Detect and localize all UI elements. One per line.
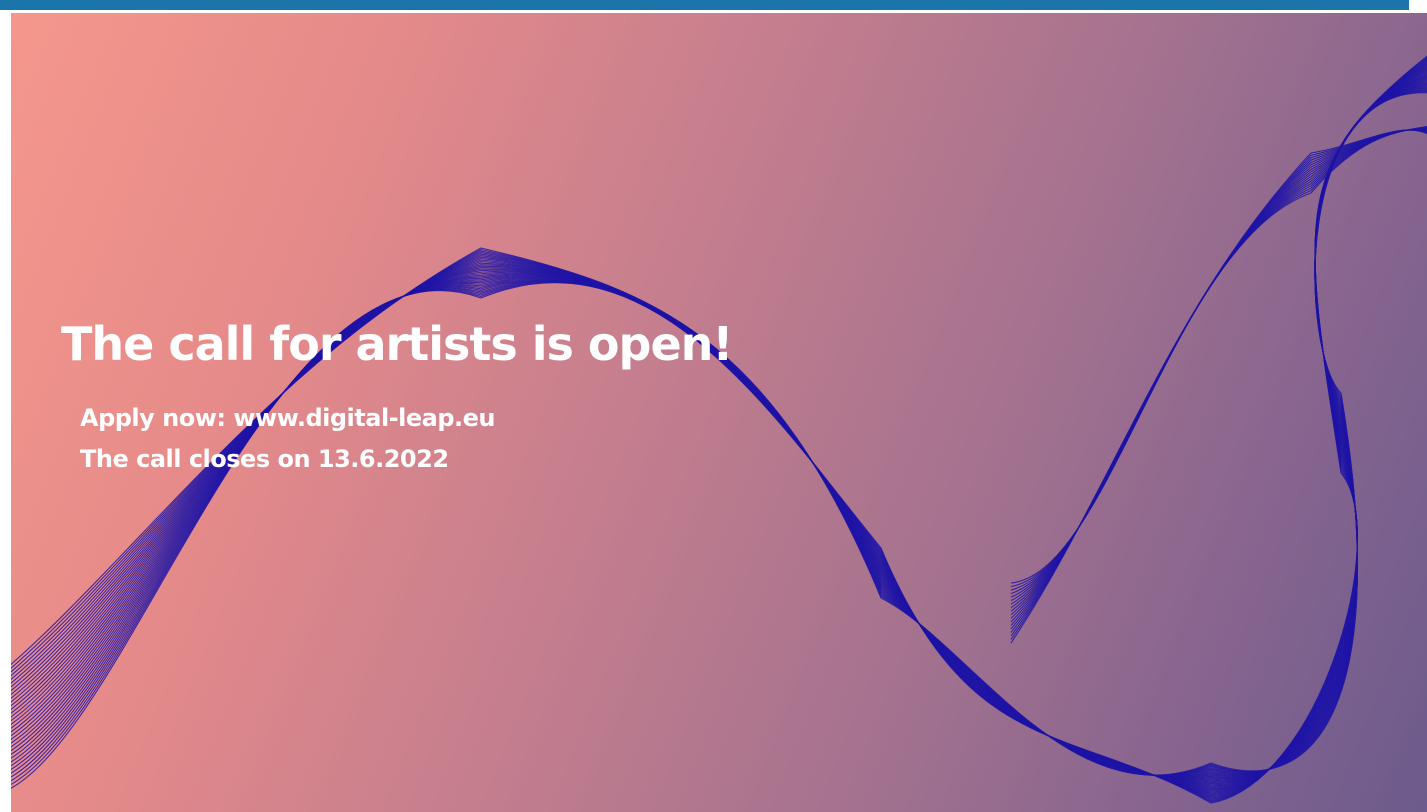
wave-line	[1010, 129, 1427, 637]
wave-line	[1010, 129, 1427, 640]
wave-line	[1010, 127, 1427, 595]
wave-line	[1010, 127, 1427, 602]
wave-line	[11, 89, 1427, 776]
call-for-artists-banner: The call for artists is open! Apply now:…	[11, 13, 1427, 812]
wave-line	[1010, 129, 1427, 644]
left-margin-strip	[0, 10, 11, 812]
wave-line	[1010, 125, 1427, 584]
wave-line	[1010, 129, 1427, 630]
apply-now-line[interactable]: Apply now: www.digital-leap.eu	[80, 404, 495, 432]
wave-line	[1010, 129, 1427, 633]
banner-headline: The call for artists is open!	[61, 317, 733, 371]
wave-line	[1010, 126, 1427, 591]
wave-line	[1010, 128, 1427, 616]
closing-date-line: The call closes on 13.6.2022	[80, 445, 449, 473]
wave-line	[1010, 129, 1427, 623]
wave-line	[1010, 126, 1427, 588]
top-accent-bar	[0, 0, 1409, 10]
wave-line	[11, 91, 1427, 776]
wave-line	[11, 90, 1427, 776]
wave-line	[1010, 128, 1427, 612]
wave-line	[1010, 128, 1427, 605]
wave-line	[1010, 129, 1427, 619]
wave-line	[1010, 127, 1427, 598]
page-frame: The call for artists is open! Apply now:…	[0, 0, 1427, 812]
wave-line	[1010, 129, 1427, 626]
wave-line	[11, 92, 1427, 776]
